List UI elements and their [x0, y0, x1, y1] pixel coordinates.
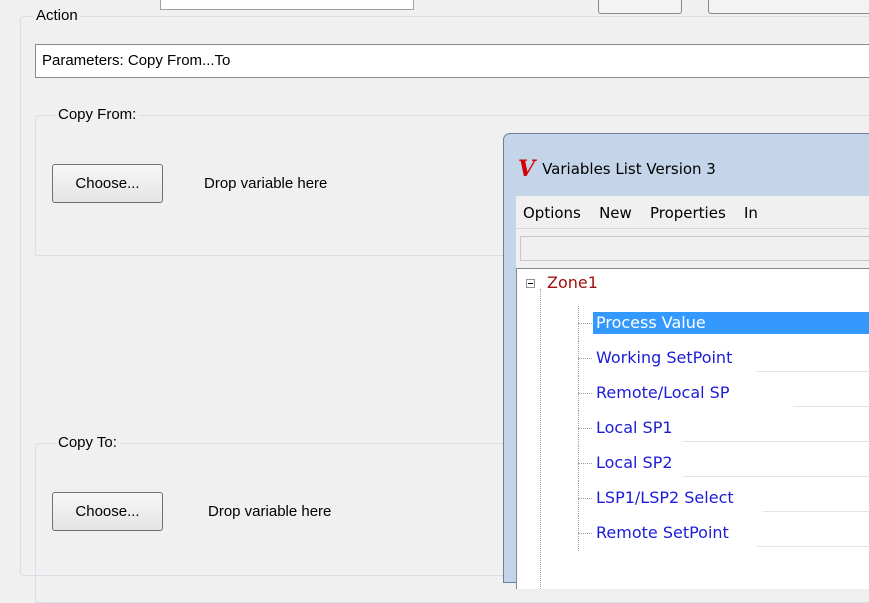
tree-branch-dots — [578, 463, 592, 464]
menu-partial[interactable]: In — [737, 196, 765, 230]
menu-options[interactable]: Options — [516, 196, 588, 230]
tree-branch-dots — [578, 393, 592, 394]
tree-branch-dots — [578, 533, 592, 534]
action-legend: Action — [33, 7, 81, 25]
tree-branch-dots — [578, 428, 592, 429]
tree-root-zone1[interactable]: Zone1 — [547, 272, 598, 294]
tree-item-label[interactable]: Remote/Local SP — [593, 382, 732, 404]
copy-from-drop-target[interactable]: Drop variable here — [204, 175, 327, 192]
row-divider — [757, 371, 869, 372]
variables-list-window[interactable]: V Variables List Version 3 Options New Pr… — [503, 133, 869, 589]
copy-to-drop-target[interactable]: Drop variable here — [208, 503, 331, 520]
copy-to-choose-button[interactable]: Choose... — [52, 492, 163, 531]
tree-branch-dots — [578, 323, 592, 324]
app-logo-icon: V — [518, 156, 536, 182]
tree-item-label[interactable]: Remote SetPoint — [593, 522, 732, 544]
tree-item[interactable]: Remote SetPoint — [517, 516, 869, 551]
row-divider — [683, 441, 869, 442]
copy-to-legend: Copy To: — [55, 434, 120, 452]
tree-item-label[interactable]: Working SetPoint — [593, 347, 735, 369]
row-divider — [683, 476, 869, 477]
tree-item[interactable]: LSP1/LSP2 Select — [517, 481, 869, 516]
tree-item-label[interactable]: Local SP2 — [593, 452, 676, 474]
copy-from-choose-button[interactable]: Choose... — [52, 164, 163, 203]
tree-item[interactable]: Remote/Local SP — [517, 376, 869, 411]
menu-new[interactable]: New — [592, 196, 639, 230]
tree-item[interactable]: Process Value — [517, 306, 869, 341]
variables-toolbar — [516, 228, 869, 269]
tree-item[interactable]: Local SP1 — [517, 411, 869, 446]
variables-window-title: V Variables List Version 3 — [518, 156, 716, 182]
variables-window-title-text: Variables List Version 3 — [542, 160, 716, 178]
row-divider — [793, 406, 869, 407]
top-button-partial-1[interactable] — [598, 0, 682, 14]
collapse-toggle-icon[interactable] — [526, 279, 535, 288]
tree-branch-dots — [578, 358, 592, 359]
tree-branch-dots — [578, 498, 592, 499]
top-button-partial-2[interactable] — [708, 0, 869, 14]
tree-item-label[interactable]: Process Value — [593, 312, 869, 334]
row-divider — [763, 511, 869, 512]
toolbar-strip — [520, 236, 869, 261]
copy-from-legend: Copy From: — [55, 106, 140, 124]
tree-item-label[interactable]: LSP1/LSP2 Select — [593, 487, 737, 509]
variables-menubar: Options New Properties In — [516, 196, 869, 228]
tree-item[interactable]: Working SetPoint — [517, 341, 869, 376]
top-input-field-partial[interactable] — [160, 0, 414, 10]
tree-item-label[interactable]: Local SP1 — [593, 417, 676, 439]
parameters-field[interactable]: Parameters: Copy From...To — [35, 44, 869, 78]
menu-properties[interactable]: Properties — [643, 196, 733, 230]
row-divider — [757, 546, 869, 547]
variables-tree[interactable]: Zone1 Process Value Working SetPoint Rem… — [516, 268, 869, 589]
tree-item[interactable]: Local SP2 — [517, 446, 869, 481]
